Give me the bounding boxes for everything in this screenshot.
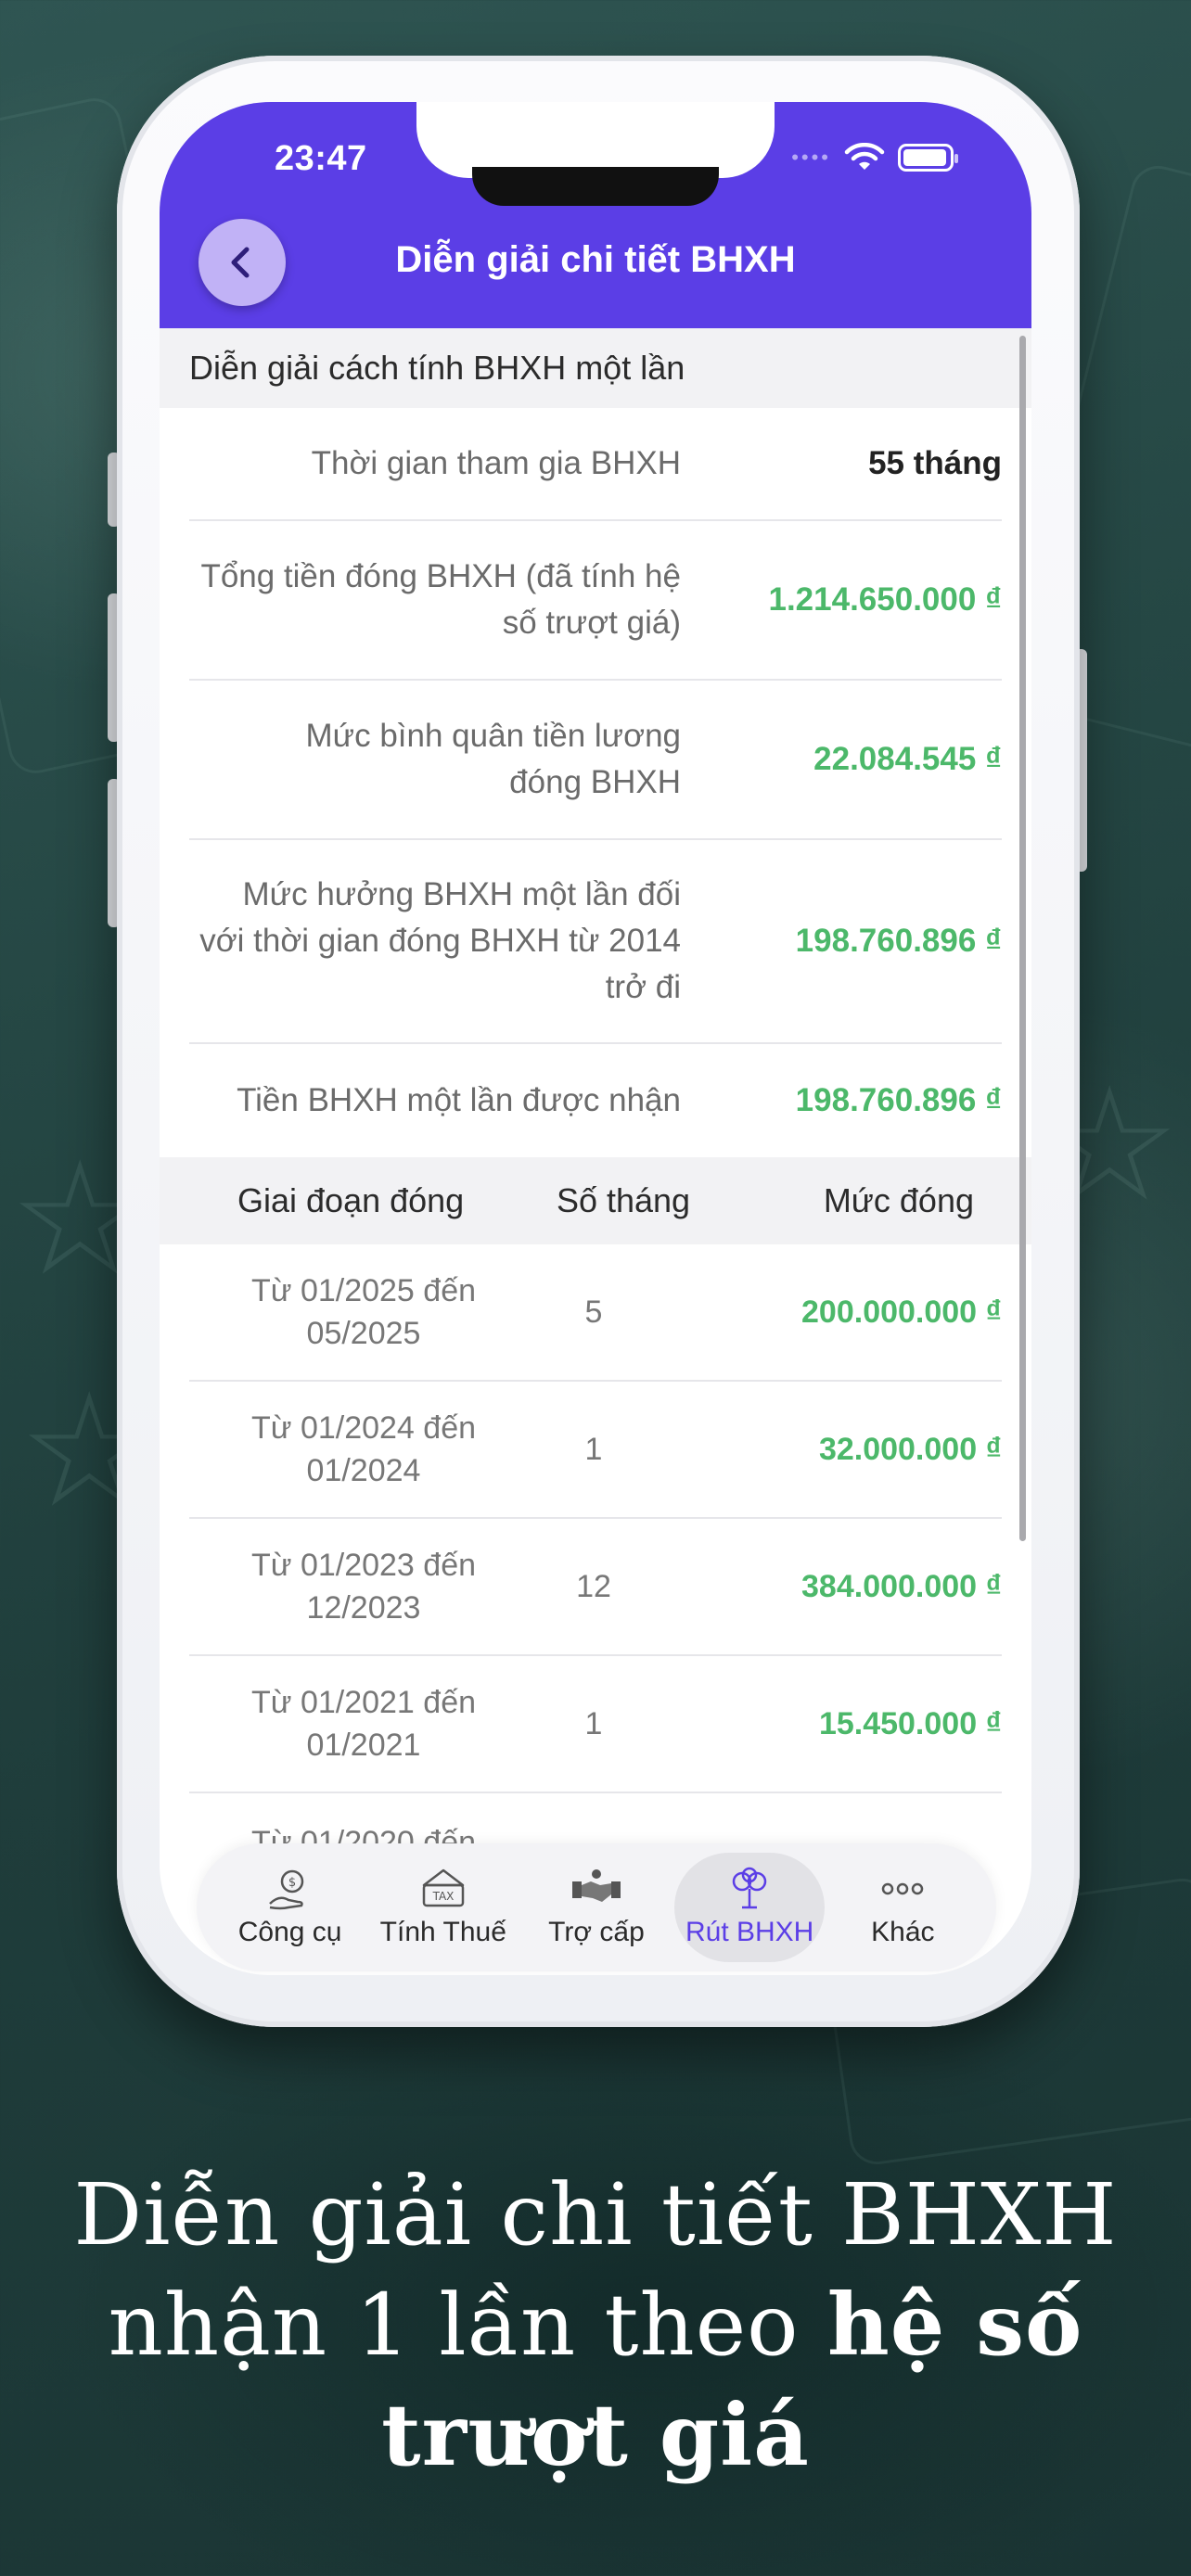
bottom-tab-bar: $ Công cụ TAX Tính Thuế Trợ cấp Rút BHXH…	[197, 1843, 996, 1971]
page-title: Diễn giải chi tiết BHXH	[395, 239, 796, 280]
amount-cell: 32.000.000 ₫	[818, 1431, 1002, 1467]
summary-label: Thời gian tham gia BHXH	[311, 445, 681, 481]
tab-khac[interactable]: Khác	[827, 1853, 978, 1962]
scrollbar[interactable]	[1019, 336, 1026, 1541]
amount-cell: 15.450.000 ₫	[818, 1705, 1002, 1741]
summary-value: 55 tháng	[868, 445, 1002, 481]
wifi-icon	[844, 143, 885, 170]
column-header-amount: Mức đóng	[823, 1181, 974, 1219]
caption-line-3: trượt giá	[0, 2380, 1191, 2491]
svg-text:$: $	[288, 1876, 295, 1890]
money-hand-icon: $	[268, 1869, 303, 1910]
summary-row: Thời gian tham gia BHXH 55 tháng	[189, 408, 1002, 521]
table-row: Từ 01/2023 đến 12/2023 12 384.000.000 ₫	[189, 1519, 1002, 1656]
status-time: 23:47	[275, 139, 367, 178]
table-row: Từ 01/2021 đến 01/2021 1 15.450.000 ₫	[189, 1656, 1002, 1793]
tab-label: Khác	[871, 1917, 935, 1947]
phone-screen: 23:47 •••• Diễn giải chi tiết BHXH Diễn …	[160, 102, 1031, 1975]
tab-label: Công cụ	[237, 1917, 342, 1947]
status-icons: ••••	[791, 143, 958, 172]
period-cell: Từ 01/2021 đến 01/2021	[250, 1685, 477, 1763]
tab-cong-cu[interactable]: $ Công cụ	[215, 1853, 365, 1962]
dynamic-island	[472, 167, 719, 206]
summary-value: 22.084.545 ₫	[813, 741, 1002, 777]
caption-line-2: nhận 1 lần theo hệ số	[0, 2270, 1191, 2380]
period-cell: Từ 01/2023 đến 12/2023	[250, 1548, 477, 1626]
summary-row: Mức hưởng BHXH một lần đối với thời gian…	[189, 840, 1002, 1044]
amount-cell: 384.000.000 ₫	[801, 1568, 1002, 1604]
summary-row: Tổng tiền đóng BHXH (đã tính hệ số trượt…	[189, 521, 1002, 681]
summary-row: Mức bình quân tiền lương đóng BHXH 22.08…	[189, 681, 1002, 840]
caption-line-2-bold: hệ số	[826, 2275, 1083, 2375]
summary-label: Mức hưởng BHXH một lần đối với thời gian…	[199, 876, 681, 1005]
summary-label: Mức bình quân tiền lương đóng BHXH	[305, 718, 681, 800]
caption-line-3-bold: trượt giá	[381, 2385, 810, 2485]
months-cell: 12	[576, 1568, 611, 1604]
column-header-months: Số tháng	[556, 1181, 691, 1219]
tab-rut-bhxh[interactable]: Rút BHXH	[674, 1853, 826, 1962]
handshake-icon	[571, 1869, 621, 1902]
months-cell: 1	[584, 1705, 603, 1741]
svg-text:TAX: TAX	[431, 1890, 454, 1903]
app-header: 23:47 •••• Diễn giải chi tiết BHXH	[160, 102, 1031, 328]
tab-tinh-thue[interactable]: TAX Tính Thuế	[368, 1853, 519, 1962]
period-cell: Từ 01/2024 đến 01/2024	[250, 1410, 477, 1488]
tab-tro-cap[interactable]: Trợ cấp	[521, 1853, 672, 1962]
tab-label: Trợ cấp	[548, 1917, 645, 1947]
signal-dots-icon: ••••	[791, 146, 831, 169]
tree-icon	[732, 1867, 767, 1909]
summary-value: 198.760.896 ₫	[795, 923, 1002, 959]
summary-label: Tổng tiền đóng BHXH (đã tính hệ số trượt…	[200, 558, 681, 641]
caption-line-2-regular: nhận 1 lần theo	[108, 2276, 827, 2375]
section-title: Diễn giải cách tính BHXH một lần	[160, 328, 1031, 408]
table-header: Giai đoạn đóng Số tháng Mức đóng	[160, 1157, 1031, 1244]
amount-cell: 200.000.000 ₫	[801, 1294, 1002, 1330]
tax-icon: TAX	[422, 1868, 465, 1907]
tab-label: Tính Thuế	[379, 1917, 506, 1947]
summary-value: 198.760.896 ₫	[795, 1082, 1002, 1118]
column-header-period: Giai đoạn đóng	[237, 1181, 465, 1219]
content-scroll-area[interactable]: Diễn giải cách tính BHXH một lần Thời gi…	[160, 328, 1031, 1975]
table-row: Từ 01/2025 đến 05/2025 5 200.000.000 ₫	[189, 1244, 1002, 1382]
summary-row: Tiền BHXH một lần được nhận 198.760.896 …	[189, 1044, 1002, 1157]
months-cell: 1	[584, 1431, 603, 1467]
period-cell: Từ 01/2025 đến 05/2025	[250, 1273, 477, 1351]
tab-label: Rút BHXH	[685, 1917, 814, 1947]
table-row: Từ 01/2024 đến 01/2024 1 32.000.000 ₫	[189, 1382, 1002, 1519]
summary-value: 1.214.650.000 ₫	[768, 581, 1002, 618]
more-dots-icon	[882, 1882, 924, 1895]
battery-icon	[898, 144, 958, 172]
months-cell: 5	[584, 1294, 603, 1330]
promo-caption: Diễn giải chi tiết BHXH nhận 1 lần theo …	[0, 2161, 1191, 2491]
caption-line-1: Diễn giải chi tiết BHXH	[73, 2165, 1118, 2264]
summary-label: Tiền BHXH một lần được nhận	[237, 1082, 681, 1118]
